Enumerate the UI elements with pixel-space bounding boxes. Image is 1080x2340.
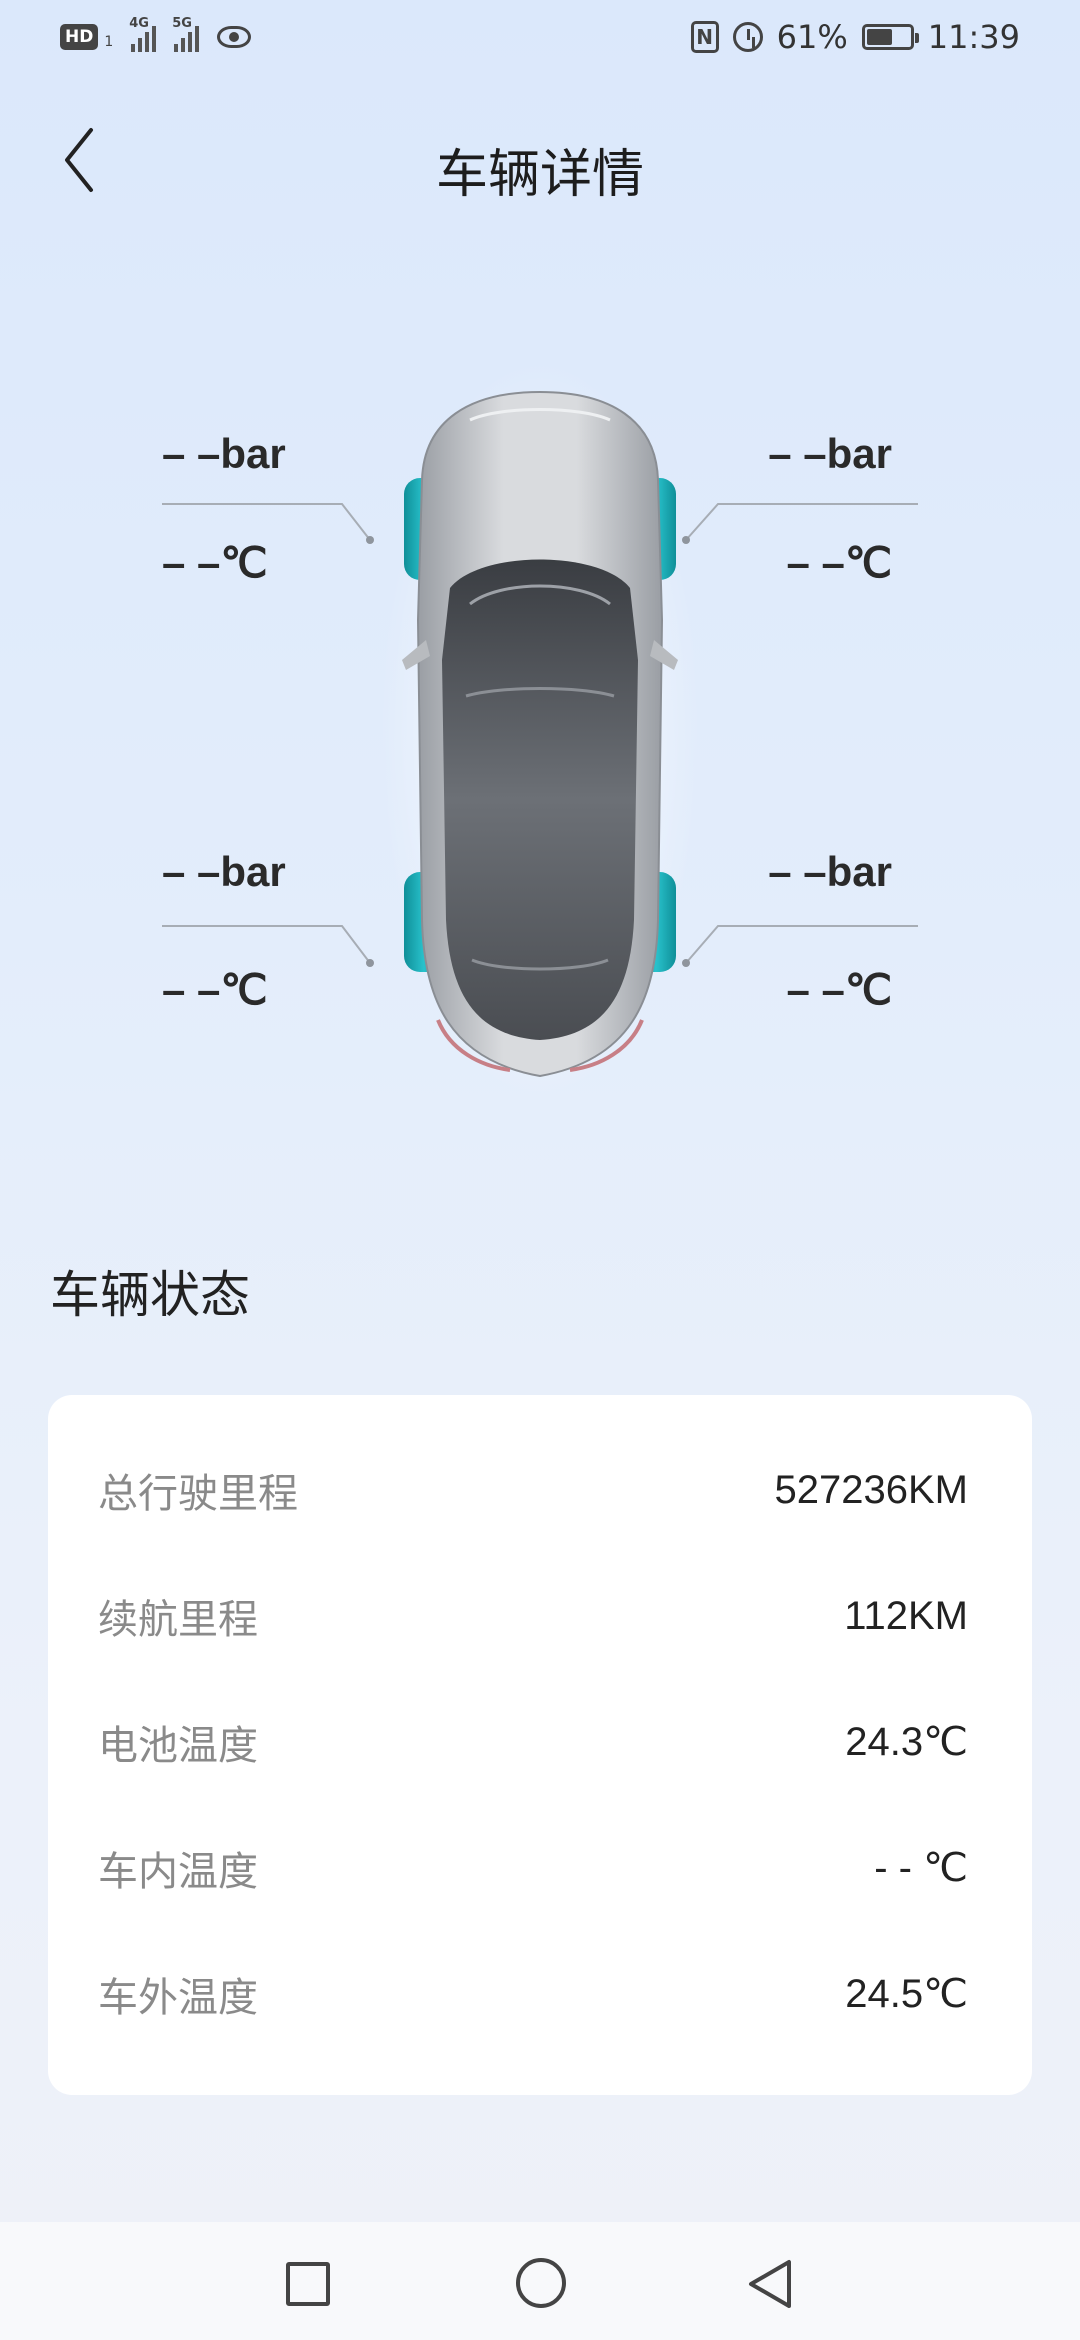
status-row-value: 24.5℃ — [845, 1972, 968, 2016]
status-row-cabin-temp: 车内温度 - - ℃ — [98, 1828, 968, 1908]
status-row-value: 527236KM — [774, 1467, 968, 1512]
page-title: 车辆详情 — [435, 145, 644, 205]
car-image — [380, 360, 700, 1100]
front-right-pressure: – –bar — [768, 430, 892, 477]
front-right-temp: – –℃ — [786, 539, 892, 586]
battery-icon — [861, 24, 919, 50]
front-left-pressure: – –bar — [162, 430, 286, 477]
recent-apps-icon[interactable] — [286, 2262, 330, 2306]
status-row-label: 车外温度 — [98, 1975, 258, 2021]
signal-5g-icon: 5G — [172, 16, 200, 52]
status-row-value: 24.3℃ — [845, 1720, 968, 1764]
vehicle-status-card: 总行驶里程 527236KM 续航里程 112KM 电池温度 24.3℃ 车内温… — [48, 1395, 1032, 2095]
signal-4g-tag: 4G — [129, 16, 149, 31]
status-row-range: 续航里程 112KM — [98, 1576, 968, 1656]
signal-5g-tag: 5G — [172, 16, 192, 31]
rear-right-pressure: – –bar — [768, 848, 892, 895]
tire-status-panel: – –bar – –℃ – –bar – –℃ – –bar – –℃ – –b… — [0, 360, 1080, 1120]
status-bar: HD 1 4G 5G N 61% 11:39 — [0, 0, 1080, 80]
section-title-vehicle-status: 车辆状态 — [50, 1266, 250, 1324]
battery-fill — [866, 29, 893, 45]
status-row-label: 电池温度 — [98, 1723, 258, 1769]
status-row-label: 车内温度 — [98, 1849, 258, 1895]
status-row-value: 112KM — [844, 1593, 968, 1638]
status-row-value: - - ℃ — [874, 1846, 968, 1890]
status-row-outside-temp: 车外温度 24.5℃ — [98, 1954, 968, 2034]
hd-icon: HD — [60, 24, 99, 50]
system-nav-bar — [0, 2222, 1080, 2340]
status-row-label: 总行驶里程 — [98, 1471, 298, 1517]
signal-4g-icon: 4G — [129, 16, 157, 52]
battery-percent: 61% — [776, 18, 848, 56]
rear-left-pressure: – –bar — [162, 848, 286, 895]
alarm-icon — [732, 22, 763, 52]
status-bar-right: N 61% 11:39 — [690, 18, 1020, 56]
home-icon[interactable] — [516, 2258, 566, 2308]
status-bar-left: HD 1 4G 5G — [60, 16, 252, 52]
hd-sub-label: 1 — [104, 34, 114, 50]
front-left-temp: – –℃ — [162, 539, 268, 586]
status-row-total-mileage: 总行驶里程 527236KM — [98, 1450, 968, 1530]
rear-right-temp: – –℃ — [786, 966, 892, 1013]
status-row-label: 续航里程 — [98, 1597, 258, 1643]
eye-icon — [217, 26, 252, 48]
status-time: 11:39 — [927, 18, 1020, 56]
back-icon[interactable] — [745, 2256, 795, 2312]
nfc-icon: N — [690, 21, 719, 53]
status-row-battery-temp: 电池温度 24.3℃ — [98, 1702, 968, 1782]
rear-left-temp: – –℃ — [162, 966, 268, 1013]
app-header: 车辆详情 — [0, 110, 1080, 210]
